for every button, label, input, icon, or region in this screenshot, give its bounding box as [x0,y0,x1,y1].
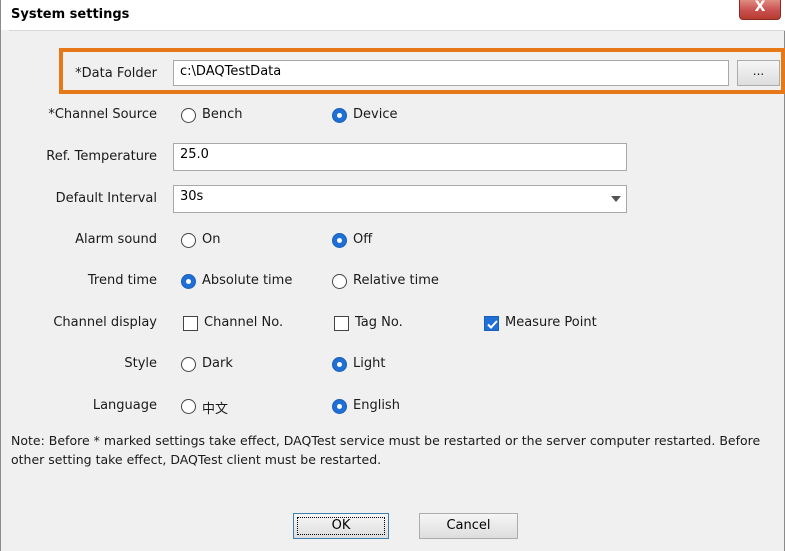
language-english-radio[interactable] [332,399,347,414]
data-folder-label: *Data Folder [75,66,157,81]
channel-source-bench-radio[interactable] [181,108,196,123]
dialog-title: System settings [11,7,130,22]
channel-source-device-label: Device [353,107,398,122]
default-interval-label: Default Interval [55,191,157,206]
alarm-sound-on-label: On [202,232,221,247]
channel-no-checkbox[interactable] [183,316,198,331]
ref-temperature-input[interactable]: 25.0 [173,143,627,171]
settings-dialog: System settings X *Data Folder c:\DAQTes… [0,0,785,551]
channel-display-label: Channel display [53,315,157,330]
data-folder-input[interactable]: c:\DAQTestData [173,60,729,86]
trend-time-label: Trend time [87,273,157,288]
chevron-down-icon [611,196,621,202]
close-icon: X [754,0,766,15]
check-icon [487,320,498,329]
channel-source-device-radio[interactable] [332,108,347,123]
focus-ring [297,517,385,535]
language-label: Language [92,398,157,413]
channel-no-label: Channel No. [204,315,284,330]
channel-source-bench-label: Bench [202,107,243,122]
language-chinese-radio[interactable] [181,399,196,414]
cancel-button-label: Cancel [446,518,491,533]
style-dark-radio[interactable] [181,357,196,372]
tag-no-label: Tag No. [355,315,403,330]
measure-point-checkbox[interactable] [484,316,499,331]
style-label: Style [124,356,157,371]
ok-button[interactable]: OK [293,513,389,539]
alarm-sound-label: Alarm sound [75,232,157,247]
alarm-sound-off-radio[interactable] [332,233,347,248]
trend-time-absolute-radio[interactable] [181,274,196,289]
alarm-sound-on-radio[interactable] [181,233,196,248]
language-chinese-label: 中文 [202,402,229,417]
close-button[interactable]: X [739,0,781,20]
cancel-button[interactable]: Cancel [419,513,518,539]
channel-source-label: *Channel Source [48,107,157,122]
trend-time-relative-label: Relative time [353,273,439,288]
style-light-radio[interactable] [332,357,347,372]
style-light-label: Light [353,356,386,371]
trend-time-absolute-label: Absolute time [202,273,293,288]
style-dark-label: Dark [202,356,233,371]
tag-no-checkbox[interactable] [334,316,349,331]
measure-point-label: Measure Point [505,315,597,330]
language-english-label: English [353,398,400,413]
alarm-sound-off-label: Off [353,232,373,247]
ref-temperature-label: Ref. Temperature [46,149,157,164]
restart-note: Note: Before * marked settings take effe… [11,433,761,467]
default-interval-select[interactable]: 30s [173,185,627,213]
browse-button[interactable]: ... [737,60,780,86]
trend-time-relative-radio[interactable] [332,274,347,289]
title-bar: System settings X [1,0,785,31]
